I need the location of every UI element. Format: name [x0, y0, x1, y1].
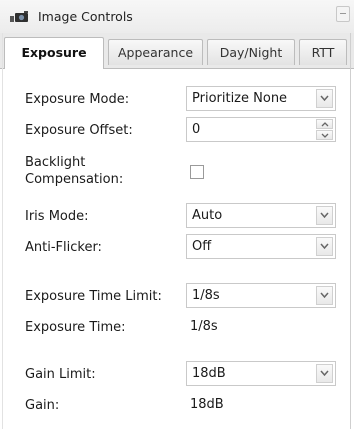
stepper-buttons [316, 119, 333, 140]
backlight-label-line1: Backlight [25, 155, 86, 170]
tab-strip: Exposure Appearance Day/Night RTT [0, 33, 354, 69]
anti-flicker-label: Anti-Flicker: [25, 240, 102, 255]
exposure-panel: Exposure Mode: Prioritize None Exposure … [0, 69, 350, 429]
tab-appearance[interactable]: Appearance [108, 39, 203, 65]
stepper-up-icon[interactable] [316, 119, 333, 129]
anti-flicker-select[interactable]: Off [186, 234, 336, 259]
exposure-mode-label: Exposure Mode: [25, 92, 130, 107]
gain-label: Gain: [25, 398, 60, 413]
minimize-button[interactable] [336, 6, 350, 22]
exposure-time-limit-label: Exposure Time Limit: [25, 289, 162, 304]
anti-flicker-value: Off [192, 239, 212, 254]
backlight-compensation-checkbox[interactable] [190, 165, 204, 179]
backlight-label-line2: Compensation: [25, 172, 124, 187]
tab-rtt[interactable]: RTT [299, 39, 347, 65]
gain-limit-select[interactable]: 18dB [186, 361, 336, 386]
chevron-down-icon[interactable] [316, 206, 333, 225]
camera-icon [10, 10, 30, 24]
chevron-down-icon[interactable] [316, 89, 333, 108]
chevron-down-icon[interactable] [316, 237, 333, 256]
chevron-down-icon[interactable] [316, 364, 333, 383]
iris-mode-value: Auto [192, 208, 223, 223]
exposure-time-value: 1/8s [190, 319, 218, 334]
iris-mode-select[interactable]: Auto [186, 203, 336, 228]
tab-exposure[interactable]: Exposure [4, 37, 104, 69]
panel-border-right [350, 33, 351, 429]
gain-limit-value: 18dB [192, 366, 226, 381]
exposure-mode-select[interactable]: Prioritize None [186, 86, 336, 111]
stepper-down-icon[interactable] [316, 130, 333, 140]
exposure-time-label: Exposure Time: [25, 320, 126, 335]
exposure-offset-value: 0 [192, 122, 201, 137]
gain-value: 18dB [190, 397, 224, 412]
gain-limit-label: Gain Limit: [25, 367, 96, 382]
window-title: Image Controls [38, 9, 133, 24]
chevron-down-icon[interactable] [316, 286, 333, 305]
exposure-mode-value: Prioritize None [192, 91, 288, 106]
exposure-time-limit-value: 1/8s [192, 288, 220, 303]
tab-day-night[interactable]: Day/Night [207, 39, 295, 65]
exposure-offset-label: Exposure Offset: [25, 123, 133, 138]
exposure-time-limit-select[interactable]: 1/8s [186, 283, 336, 308]
iris-mode-label: Iris Mode: [25, 209, 89, 224]
title-bar: Image Controls [0, 0, 354, 33]
exposure-offset-stepper[interactable]: 0 [186, 117, 336, 142]
